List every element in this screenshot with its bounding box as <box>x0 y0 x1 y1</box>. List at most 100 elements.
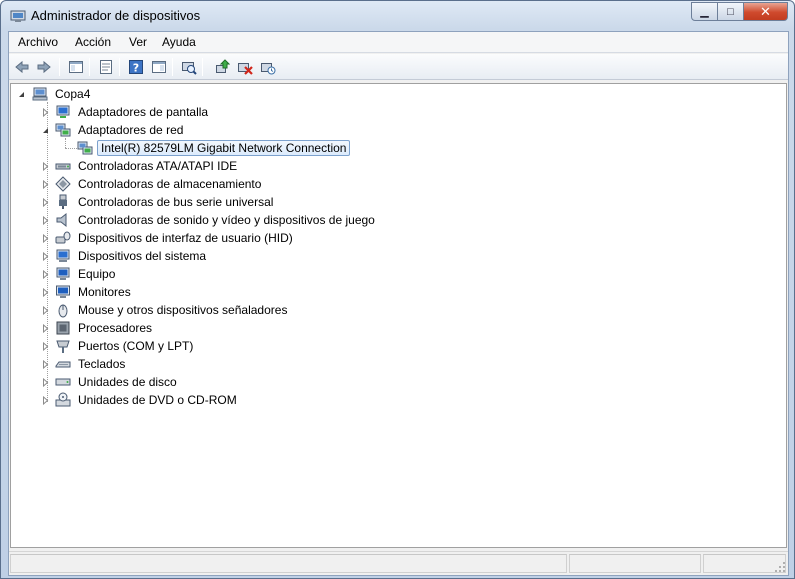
uninstall-device-button[interactable] <box>258 57 278 77</box>
menu-accion[interactable]: Acción <box>75 35 111 49</box>
scan-hardware-button[interactable] <box>179 57 199 77</box>
expand-arrow-icon[interactable] <box>41 269 50 279</box>
tree-item-monitors[interactable]: Monitores <box>41 283 134 301</box>
tree-item-display-adapters[interactable]: Adaptadores de pantalla <box>41 103 211 121</box>
tree-label: Controladoras de sonido y vídeo y dispos… <box>78 213 375 227</box>
expand-arrow-icon[interactable] <box>41 287 50 297</box>
expand-arrow-icon[interactable] <box>41 161 50 171</box>
maximize-icon: □ <box>727 5 734 18</box>
disable-device-icon <box>238 63 253 75</box>
tree-label: Dispositivos del sistema <box>78 249 207 263</box>
minimize-button[interactable]: ▁ <box>691 2 718 21</box>
properties-button[interactable] <box>96 57 116 77</box>
update-driver-button[interactable] <box>212 57 232 77</box>
tree-item-dvd-drives[interactable]: Unidades de DVD o CD-ROM <box>41 391 240 409</box>
tree-label: Equipo <box>78 267 116 281</box>
forward-arrow-icon <box>37 60 51 74</box>
expand-arrow-icon[interactable] <box>41 377 50 387</box>
show-hide-pane-button[interactable] <box>149 57 169 77</box>
expand-arrow-icon[interactable] <box>41 251 50 261</box>
tree-connector <box>65 138 66 148</box>
tree-label: Puertos (COM y LPT) <box>78 339 194 353</box>
console-tree-button[interactable] <box>66 57 86 77</box>
monitor-icon <box>56 285 70 298</box>
tree-item-ports[interactable]: Puertos (COM y LPT) <box>41 337 196 355</box>
expand-arrow-icon[interactable] <box>41 323 50 333</box>
tree-root-copa4[interactable]: Copa4 <box>17 85 93 103</box>
disable-device-button[interactable] <box>235 57 255 77</box>
tree-item-network-adapters[interactable]: Adaptadores de red <box>41 121 186 139</box>
close-button[interactable]: ✕ <box>744 2 788 21</box>
client-area: Archivo Acción Ver Ayuda ? Copa4 Adaptad… <box>8 31 789 576</box>
back-arrow-icon <box>15 60 29 74</box>
properties-sheet-icon <box>100 60 112 74</box>
menu-archivo[interactable]: Archivo <box>18 35 58 49</box>
tree-label: Dispositivos de interfaz de usuario (HID… <box>78 231 293 245</box>
tree-item-mice[interactable]: Mouse y otros dispositivos señaladores <box>41 301 290 319</box>
tree-item-usb-controllers[interactable]: Controladoras de bus serie universal <box>41 193 276 211</box>
processor-icon <box>56 321 70 335</box>
tree-item-intel-82579lm[interactable]: Intel(R) 82579LM Gigabit Network Connect… <box>77 139 351 157</box>
toolbar-separator <box>172 58 173 76</box>
tree-label: Controladoras de bus serie universal <box>78 195 274 209</box>
tree-item-ide-controllers[interactable]: Controladoras ATA/ATAPI IDE <box>41 157 240 175</box>
device-tree[interactable]: Copa4 Adaptadores de pantalla Adaptadore… <box>10 83 787 548</box>
tree-item-keyboards[interactable]: Teclados <box>41 355 128 373</box>
console-tree-icon <box>69 61 83 73</box>
expand-arrow-icon[interactable] <box>41 233 50 243</box>
device-manager-icon <box>10 10 26 22</box>
usb-icon <box>59 194 67 209</box>
window-title: Administrador de dispositivos <box>31 8 201 23</box>
status-bar <box>9 551 788 575</box>
show-hide-pane-icon <box>152 61 166 73</box>
tree-label-selected: Intel(R) 82579LM Gigabit Network Connect… <box>97 140 351 156</box>
tree-item-disk-drives[interactable]: Unidades de disco <box>41 373 180 391</box>
expand-arrow-icon[interactable] <box>41 215 50 225</box>
tree-label: Monitores <box>78 285 131 299</box>
caption-buttons: ▁ □ ✕ <box>691 2 788 21</box>
menu-ayuda[interactable]: Ayuda <box>162 35 196 49</box>
expand-arrow-icon[interactable] <box>41 359 50 369</box>
resize-grip-icon[interactable] <box>774 561 786 573</box>
disk-drive-icon <box>55 378 71 386</box>
title-bar[interactable]: Administrador de dispositivos ▁ □ ✕ <box>1 1 794 31</box>
storage-controller-icon <box>55 176 71 192</box>
tree-item-computer[interactable]: Equipo <box>41 265 118 283</box>
expand-arrow-icon[interactable] <box>41 197 50 207</box>
collapse-arrow-icon[interactable] <box>17 90 26 99</box>
expand-arrow-icon[interactable] <box>41 341 50 351</box>
tree-item-hid[interactable]: Dispositivos de interfaz de usuario (HID… <box>41 229 296 247</box>
forward-button[interactable] <box>34 57 54 77</box>
status-panel <box>569 554 701 573</box>
back-button[interactable] <box>12 57 32 77</box>
network-adapter-icon <box>77 141 93 155</box>
toolbar-separator <box>202 58 203 76</box>
tree-label: Mouse y otros dispositivos señaladores <box>78 303 288 317</box>
tree-item-system-devices[interactable]: Dispositivos del sistema <box>41 247 209 265</box>
expand-arrow-icon[interactable] <box>41 107 50 117</box>
close-icon: ✕ <box>760 3 771 19</box>
tree-item-sound-controllers[interactable]: Controladoras de sonido y vídeo y dispos… <box>41 211 378 229</box>
tree-item-processors[interactable]: Procesadores <box>41 319 155 337</box>
expand-arrow-icon[interactable] <box>41 305 50 315</box>
toolbar-separator <box>59 58 60 76</box>
expand-arrow-icon[interactable] <box>41 179 50 189</box>
help-button[interactable]: ? <box>126 57 146 77</box>
tree-label: Adaptadores de pantalla <box>78 105 209 119</box>
speaker-icon <box>56 212 67 228</box>
tree-label: Procesadores <box>78 321 153 335</box>
mouse-icon <box>58 304 68 318</box>
tree-item-storage-controllers[interactable]: Controladoras de almacenamiento <box>41 175 264 193</box>
network-adapter-icon <box>55 123 71 137</box>
ide-controller-icon <box>55 163 71 170</box>
expand-arrow-icon[interactable] <box>41 395 50 405</box>
keyboard-icon <box>55 361 71 368</box>
tree-label: Controladoras ATA/ATAPI IDE <box>78 159 238 173</box>
menu-ver[interactable]: Ver <box>129 35 147 49</box>
uninstall-device-icon <box>261 63 276 75</box>
dvd-drive-icon <box>55 392 71 407</box>
tree-connector <box>65 148 77 149</box>
maximize-button[interactable]: □ <box>718 2 744 21</box>
tree-label: Controladoras de almacenamiento <box>78 177 262 191</box>
collapse-arrow-icon[interactable] <box>41 126 50 135</box>
